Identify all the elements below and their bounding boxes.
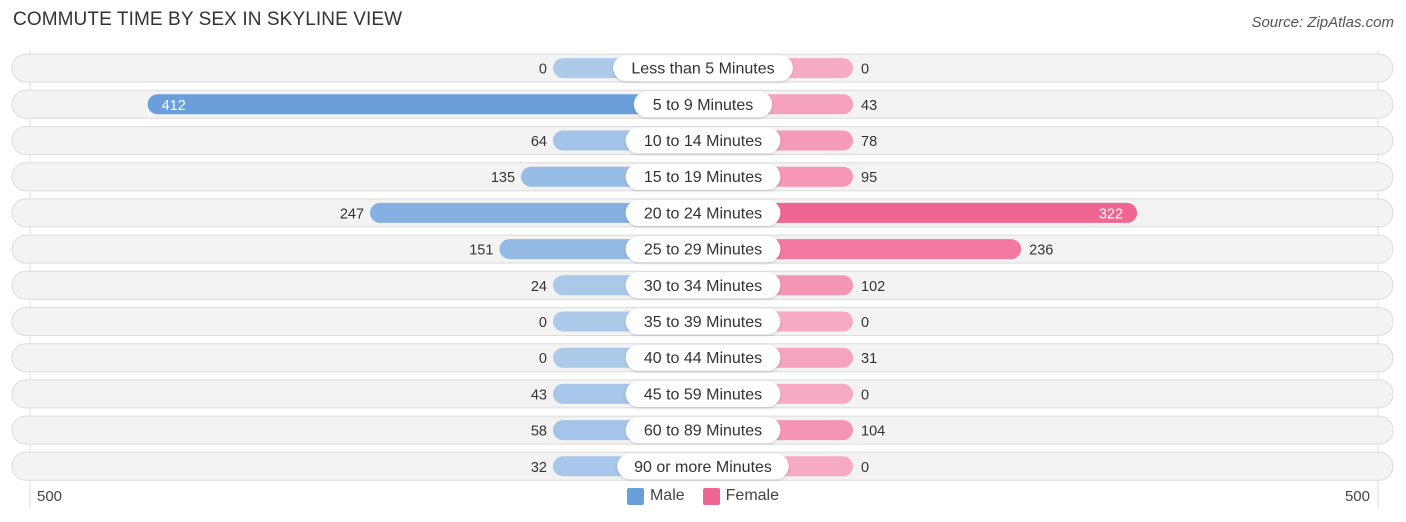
category-label: 45 to 59 Minutes — [644, 386, 762, 403]
value-label-male: 0 — [539, 315, 547, 331]
value-label-female: 0 — [861, 460, 869, 476]
chart-row: 45 to 59 Minutes 43 0 — [11, 379, 1394, 409]
category-label: 90 or more Minutes — [634, 459, 772, 476]
value-label-female: 95 — [861, 170, 877, 186]
legend: Male Female — [0, 487, 1406, 505]
value-label-female: 0 — [861, 62, 869, 78]
chart-row: Less than 5 Minutes 0 0 — [11, 53, 1394, 83]
chart-row: 90 or more Minutes 32 0 — [11, 451, 1394, 481]
value-label-female: 236 — [1029, 243, 1053, 259]
chart-row: 60 to 89 Minutes 58 104 — [11, 415, 1394, 445]
legend-swatch-male — [626, 487, 644, 505]
legend-label-female: Female — [725, 487, 780, 504]
value-label-male: 32 — [531, 460, 547, 476]
category-label: 15 to 19 Minutes — [644, 169, 762, 186]
value-label-male: 0 — [539, 62, 547, 78]
value-label-male: 247 — [340, 206, 364, 222]
value-label-female: 104 — [861, 424, 885, 440]
value-label-male: 24 — [531, 279, 547, 295]
chart-row: 10 to 14 Minutes 64 78 — [11, 126, 1394, 155]
chart-row: 30 to 34 Minutes 24 102 — [11, 270, 1394, 300]
value-label-male: 151 — [469, 243, 493, 259]
chart-row: 5 to 9 Minutes 412 43 — [11, 89, 1394, 119]
value-label-female: 43 — [861, 98, 877, 114]
category-label: 35 to 39 Minutes — [644, 314, 762, 331]
legend-item-female: Female — [702, 487, 780, 505]
category-label: 5 to 9 Minutes — [653, 97, 754, 114]
category-label: 30 to 34 Minutes — [644, 278, 762, 295]
chart-row: 25 to 29 Minutes 151 236 — [11, 234, 1394, 264]
category-label: 40 to 44 Minutes — [644, 350, 762, 367]
category-label: Less than 5 Minutes — [631, 61, 774, 78]
chart-svg: Less than 5 Minutes 0 0 5 to 9 Minutes 412 43… — [11, 50, 1394, 508]
value-label-male: 43 — [531, 387, 547, 403]
chart-row: 40 to 44 Minutes 0 31 — [11, 343, 1394, 373]
value-label-female: 78 — [861, 134, 877, 150]
value-label-female: 0 — [861, 387, 869, 403]
legend-label-male: Male — [649, 487, 685, 504]
category-label: 20 to 24 Minutes — [644, 205, 762, 222]
chart-row: 20 to 24 Minutes 247 322 — [11, 198, 1394, 228]
value-label-female: 0 — [861, 315, 869, 331]
category-label: 60 to 89 Minutes — [644, 423, 762, 440]
value-label-male: 412 — [162, 98, 186, 114]
category-label: 10 to 14 Minutes — [644, 133, 762, 150]
value-label-male: 135 — [491, 170, 515, 186]
chart-row: 35 to 39 Minutes 0 0 — [11, 307, 1394, 336]
value-label-male: 58 — [531, 424, 547, 440]
value-label-female: 102 — [861, 279, 885, 295]
bar-male — [147, 94, 703, 115]
category-label: 25 to 29 Minutes — [644, 242, 762, 259]
legend-swatch-female — [702, 487, 720, 505]
value-label-male: 0 — [539, 351, 547, 367]
chart-row: 15 to 19 Minutes 135 95 — [11, 162, 1394, 192]
legend-item-male: Male — [626, 487, 685, 505]
value-label-female: 322 — [1099, 206, 1123, 222]
value-label-female: 31 — [861, 351, 877, 367]
value-label-male: 64 — [531, 134, 547, 150]
